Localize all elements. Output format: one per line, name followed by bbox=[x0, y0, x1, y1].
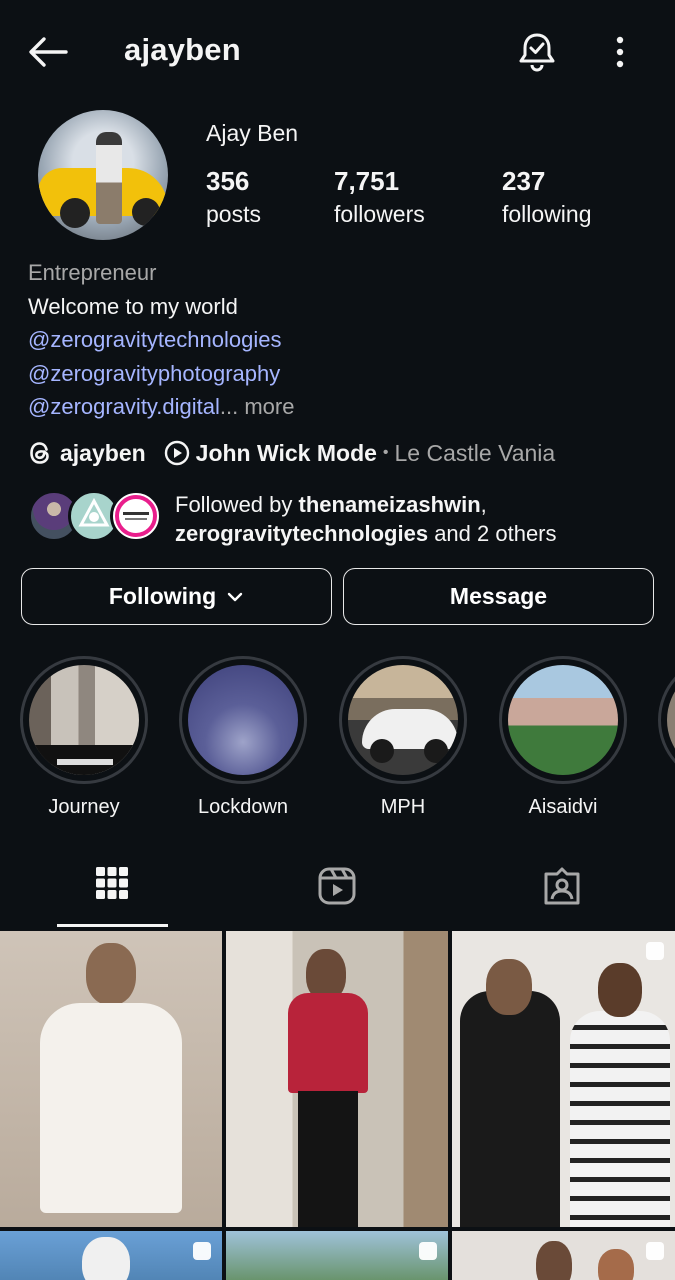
more-vertical-icon[interactable] bbox=[608, 34, 632, 70]
posts-grid bbox=[0, 931, 675, 1280]
multiple-posts-icon bbox=[646, 1242, 664, 1260]
bio-ellipsis: ... bbox=[219, 394, 239, 419]
profile-tabs bbox=[0, 852, 675, 928]
avatar-wheel bbox=[60, 198, 90, 228]
profile-bio: Entrepreneur Welcome to my world @zerogr… bbox=[28, 256, 648, 424]
meta-separator: • bbox=[382, 444, 389, 461]
highlight-label: Aisaidvi bbox=[528, 796, 598, 818]
highlight-ring bbox=[179, 656, 307, 784]
multiple-posts-icon bbox=[646, 942, 664, 960]
tab-posts-grid[interactable] bbox=[57, 852, 167, 928]
highlight-cover bbox=[188, 665, 298, 775]
post-thumbnail[interactable] bbox=[0, 1231, 222, 1280]
reels-icon bbox=[318, 867, 356, 905]
stat-following-value: 237 bbox=[502, 166, 546, 196]
threads-icon bbox=[30, 442, 49, 464]
bio-link-technologies[interactable]: @zerogravitytechnologies bbox=[28, 323, 648, 357]
stat-posts[interactable]: 356 posts bbox=[206, 166, 261, 228]
stat-followers-label: followers bbox=[334, 201, 425, 227]
stat-following[interactable]: 237 following bbox=[502, 166, 592, 228]
stat-followers-value: 7,751 bbox=[334, 166, 400, 196]
active-tab-indicator bbox=[57, 924, 168, 927]
stat-followers[interactable]: 7,751 followers bbox=[334, 166, 425, 228]
stat-following-label: following bbox=[502, 201, 592, 227]
highlight-ring bbox=[20, 656, 148, 784]
followed-by-name-1[interactable]: thenameizashwin bbox=[299, 492, 481, 517]
highlight-aisaidvi[interactable]: Aisaidvi bbox=[498, 656, 628, 819]
highlight-label: Journey bbox=[48, 796, 120, 818]
grid-icon bbox=[96, 867, 128, 899]
followed-by-prefix: Followed by bbox=[175, 492, 299, 517]
post-thumbnail[interactable] bbox=[452, 931, 675, 1227]
highlight-partial[interactable] bbox=[658, 656, 675, 784]
avatar-wheel bbox=[132, 198, 160, 226]
highlight-cover bbox=[348, 665, 458, 775]
following-button[interactable]: Following bbox=[21, 568, 332, 625]
bio-text: Welcome to my world bbox=[28, 293, 238, 319]
bio-category: Entrepreneur bbox=[28, 260, 157, 285]
highlight-lockdown[interactable]: Lockdown bbox=[178, 656, 308, 819]
threads-handle[interactable]: ajayben bbox=[60, 440, 146, 467]
tagged-icon bbox=[544, 867, 580, 905]
post-thumbnail[interactable] bbox=[0, 931, 222, 1227]
highlight-label: Lockdown bbox=[197, 796, 289, 818]
highlight-cover bbox=[508, 665, 618, 775]
highlight-label: MPH bbox=[380, 796, 426, 818]
followed-by[interactable]: Followed by thenameizashwin, zerogravity… bbox=[28, 488, 668, 548]
bio-link-digital[interactable]: @zerogravity.digital bbox=[28, 394, 220, 419]
highlight-journey[interactable]: Journey bbox=[19, 656, 149, 819]
followed-by-suffix: and 2 others bbox=[428, 521, 557, 546]
chevron-down-icon bbox=[227, 592, 243, 601]
followed-by-name-2[interactable]: zerogravitytechnologies bbox=[175, 521, 428, 546]
stat-posts-label: posts bbox=[206, 201, 261, 227]
post-thumbnail[interactable] bbox=[226, 931, 448, 1227]
highlight-cover bbox=[29, 665, 139, 775]
message-button[interactable]: Message bbox=[343, 568, 654, 625]
highlight-cover bbox=[667, 665, 675, 775]
followed-by-text: Followed by thenameizashwin, zerogravity… bbox=[175, 490, 557, 548]
highlight-ring bbox=[499, 656, 627, 784]
profile-full-name: Ajay Ben bbox=[206, 120, 299, 146]
profile-avatar[interactable] bbox=[38, 110, 168, 240]
tab-tagged[interactable] bbox=[507, 852, 617, 928]
avatar-person-shape bbox=[96, 132, 122, 224]
bell-check-icon[interactable] bbox=[516, 30, 558, 72]
follower-avatar bbox=[110, 490, 162, 542]
highlight-ring bbox=[658, 656, 675, 784]
bio-link-photography[interactable]: @zerogravityphotography bbox=[28, 357, 648, 391]
post-thumbnail[interactable] bbox=[452, 1231, 675, 1280]
music-artist[interactable]: Le Castle Vania bbox=[395, 440, 556, 467]
tab-reels[interactable] bbox=[282, 852, 392, 928]
highlight-mph[interactable]: MPH bbox=[338, 656, 468, 819]
profile-meta-row: ajayben John Wick Mode • Le Castle Vania bbox=[28, 437, 555, 469]
arrow-left-icon[interactable] bbox=[26, 34, 70, 70]
highlight-ring bbox=[339, 656, 467, 784]
music-play-icon bbox=[164, 440, 189, 466]
music-title[interactable]: John Wick Mode bbox=[196, 440, 377, 467]
bio-more-link[interactable]: more bbox=[238, 394, 294, 419]
multiple-posts-icon bbox=[193, 1242, 211, 1260]
profile-username: ajayben bbox=[124, 32, 241, 67]
post-thumbnail[interactable] bbox=[226, 1231, 448, 1280]
zerogravity-photography-logo-icon bbox=[115, 495, 157, 537]
message-button-label: Message bbox=[449, 583, 548, 609]
multiple-posts-icon bbox=[419, 1242, 437, 1260]
stat-posts-value: 356 bbox=[206, 166, 250, 196]
following-button-label: Following bbox=[108, 583, 217, 609]
bio-last-line: @zerogravity.digital... more bbox=[28, 390, 648, 424]
followed-by-comma: , bbox=[480, 492, 487, 517]
top-bar: ajayben bbox=[0, 0, 675, 104]
